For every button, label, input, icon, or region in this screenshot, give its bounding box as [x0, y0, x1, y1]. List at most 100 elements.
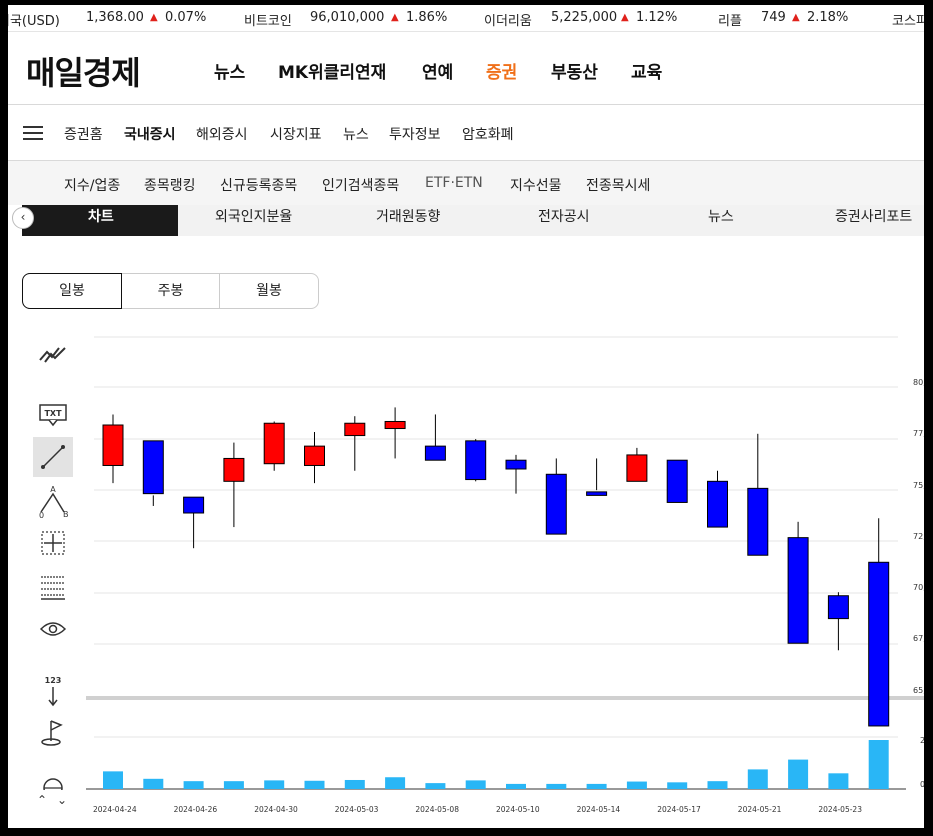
- text-icon[interactable]: TXT: [33, 395, 73, 435]
- period-daily-button[interactable]: 일봉: [22, 273, 122, 309]
- ticker-xrp-name[interactable]: 리플: [718, 10, 742, 29]
- thirdnav-popular[interactable]: 인기검색종목: [322, 175, 399, 195]
- volume-bar: [828, 773, 849, 789]
- candle-body: [666, 459, 688, 503]
- ticker-xrp-value: 749: [761, 10, 786, 25]
- candle-body: [747, 487, 769, 556]
- candle-body: [384, 420, 406, 430]
- volume-bar: [425, 783, 446, 789]
- gnb-stock[interactable]: 증권: [486, 58, 517, 83]
- tab-disclosure[interactable]: 전자공시: [538, 206, 590, 226]
- volume-bar: [586, 783, 607, 789]
- subnav-invest-info[interactable]: 투자정보: [389, 124, 441, 144]
- fibonacci-icon[interactable]: [33, 567, 73, 607]
- candle-body: [223, 457, 245, 482]
- thirdnav-all-prices[interactable]: 전종목시세: [586, 175, 650, 195]
- candle-body: [787, 537, 809, 644]
- volume-bar: [385, 777, 406, 789]
- thirdnav-ranking[interactable]: 종목랭킹: [144, 175, 196, 195]
- subnav-indicators[interactable]: 시장지표: [270, 124, 322, 144]
- y-tick-label: 80,: [913, 378, 924, 387]
- candle-body: [183, 496, 205, 514]
- volume-bar: [264, 780, 285, 789]
- abc-label-b: B: [63, 510, 69, 518]
- magnet-icon[interactable]: [33, 770, 73, 790]
- page: 미국(USD) 1,368.00 ▲ 0.07% 비트코인 96,010,000…: [8, 5, 924, 828]
- up-arrow-icon: ▲: [792, 12, 800, 23]
- volume-bar: [747, 769, 768, 789]
- x-tick-label: 2024-04-26: [174, 805, 218, 814]
- x-tick-label: 2024-05-23: [818, 805, 862, 814]
- tab-foreign-ratio[interactable]: 외국인지분율: [215, 206, 292, 226]
- menu-icon[interactable]: [23, 126, 43, 140]
- tab-bar: 차트 외국인지분율 거래원동향 전자공시 뉴스 증권사리포트: [22, 205, 924, 236]
- chevron-up-icon[interactable]: ⌃: [37, 793, 47, 807]
- chevron-left-icon[interactable]: ‹: [12, 207, 34, 229]
- candle-body: [344, 422, 366, 437]
- volume-tick-label: 200: [920, 736, 924, 745]
- x-tick-label: 2024-04-30: [254, 805, 298, 814]
- crosshair-icon[interactable]: [33, 523, 73, 563]
- chevron-down-icon[interactable]: ⌄: [57, 793, 67, 807]
- trend-icon[interactable]: [33, 334, 73, 374]
- line-icon[interactable]: [33, 437, 73, 477]
- abc-pattern-icon[interactable]: A 0 B: [33, 481, 73, 521]
- ticker-btc-name[interactable]: 비트코인: [244, 10, 292, 29]
- gnb-mk-weekly[interactable]: MK위클리연재: [278, 58, 386, 83]
- gnb-real-estate[interactable]: 부동산: [551, 58, 598, 83]
- thirdnav-index[interactable]: 지수/업종: [64, 175, 120, 195]
- eye-icon[interactable]: [33, 609, 73, 649]
- price-chart[interactable]: 80, 77, 75, 72, 70, 67, 65, 200 0 2024-04-24 2024-…: [86, 327, 924, 827]
- ticker-usd-name[interactable]: 미국(USD): [8, 10, 60, 29]
- subnav-overseas[interactable]: 해외증시: [196, 124, 248, 144]
- y-tick-label: 72,: [913, 532, 924, 541]
- gnb-entertainment[interactable]: 연예: [422, 58, 453, 83]
- candle-body: [424, 445, 446, 461]
- tab-news[interactable]: 뉴스: [708, 206, 734, 226]
- candle-body: [263, 422, 285, 465]
- thirdnav-new-listing[interactable]: 신규등록종목: [220, 175, 297, 195]
- sort-label: 123: [45, 676, 62, 685]
- y-tick-label: 77,: [913, 429, 924, 438]
- ticker-xrp-change: 2.18%: [807, 10, 849, 25]
- sort-123-icon[interactable]: 123: [33, 671, 73, 711]
- text-tool-label: TXT: [44, 409, 62, 418]
- subnav-news[interactable]: 뉴스: [343, 124, 369, 144]
- gnb-news[interactable]: 뉴스: [214, 58, 245, 83]
- subnav-stock-home[interactable]: 증권홈: [64, 124, 103, 144]
- thirdnav-etf[interactable]: ETF·ETN: [425, 175, 483, 191]
- volume-bar: [626, 781, 647, 789]
- candle-body: [505, 459, 527, 470]
- ticker-kospi-name[interactable]: 코스피: [892, 10, 924, 29]
- candle-body: [142, 440, 164, 495]
- period-weekly-button[interactable]: 주봉: [122, 274, 220, 308]
- volume-bar: [707, 781, 728, 789]
- candle-body: [827, 595, 849, 620]
- site-logo[interactable]: 매일경제: [26, 48, 141, 94]
- thirdnav-futures[interactable]: 지수선물: [510, 175, 562, 195]
- volume-bar: [344, 779, 365, 789]
- y-tick-label: 67,: [913, 634, 924, 643]
- ticker-eth-name[interactable]: 이더리움: [484, 10, 532, 29]
- x-tick-label: 2024-05-14: [577, 805, 621, 814]
- x-tick-label: 2024-04-24: [93, 805, 137, 814]
- tab-chart[interactable]: 차트: [88, 206, 114, 226]
- volume-bar: [183, 781, 204, 789]
- volume-tick-label: 0: [920, 780, 924, 789]
- x-tick-label: 2024-05-10: [496, 805, 540, 814]
- subnav-domestic[interactable]: 국내증시: [124, 124, 176, 144]
- candle-body: [545, 473, 567, 535]
- subnav-crypto[interactable]: 암호화폐: [462, 124, 514, 144]
- tab-broker-trend[interactable]: 거래원동향: [376, 206, 440, 226]
- x-tick-label: 2024-05-08: [415, 805, 459, 814]
- tab-reports[interactable]: 증권사리포트: [835, 206, 912, 226]
- flag-icon[interactable]: [33, 713, 73, 753]
- gnb-education[interactable]: 교육: [631, 58, 662, 83]
- ticker-usd-change: 0.07%: [165, 10, 207, 25]
- header-divider: [8, 104, 924, 105]
- y-tick-label: 75,: [913, 481, 924, 490]
- volume-bar: [868, 740, 889, 789]
- period-monthly-button[interactable]: 월봉: [220, 274, 318, 308]
- ticker-eth-change: 1.12%: [636, 10, 678, 25]
- volume-bar: [788, 759, 809, 789]
